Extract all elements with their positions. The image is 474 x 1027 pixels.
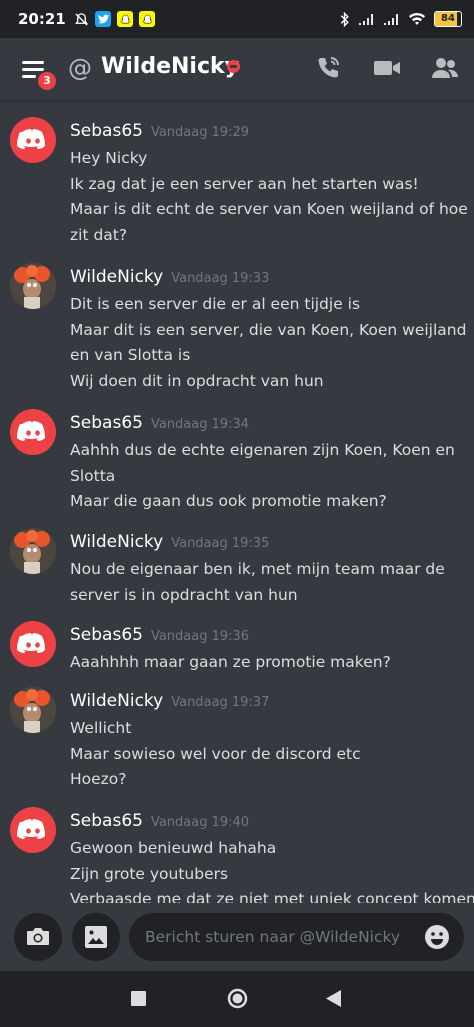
message-author[interactable]: WildeNicky Vandaag 19:33 [70,267,269,287]
avatar[interactable] [10,263,56,309]
message-input[interactable]: Bericht sturen naar @WildeNicky [129,913,464,961]
message-content: Dit is een server die er al een tijdje i… [70,295,467,390]
camera-button[interactable] [14,913,62,961]
bluetooth-icon [340,11,349,27]
unread-badge: 3 [36,70,58,92]
message-author[interactable]: WildeNicky Vandaag 19:35 [70,532,269,552]
message-content: Nou de eigenaar ben ik, met mijn team ma… [70,560,445,604]
status-bar: 20:21 84 [0,0,474,38]
avatar[interactable] [10,528,56,574]
avatar[interactable] [10,687,56,733]
emoji-button[interactable] [424,924,450,950]
message-input-placeholder: Bericht sturen naar @WildeNicky [145,928,401,946]
discord-logo-icon [17,819,45,839]
call-button[interactable] [314,54,344,84]
message-timestamp: Vandaag 19:35 [171,536,270,551]
discord-logo-icon [17,421,45,441]
snapchat-icon-2 [139,11,155,27]
avatar[interactable] [10,409,56,455]
at-icon: @ [68,54,92,82]
user-photo-icon [10,687,56,733]
message-timestamp: Vandaag 19:33 [171,271,270,286]
home-icon[interactable] [227,988,248,1009]
message-content: Gewoon benieuwd hahaha Zijn grote youtub… [70,839,474,903]
notification-icons [73,11,155,27]
user-photo-icon [10,263,56,309]
avatar[interactable] [10,807,56,853]
gallery-button[interactable] [72,913,120,961]
message-timestamp: Vandaag 19:37 [171,695,270,710]
members-button[interactable] [430,54,460,84]
image-icon [85,926,107,948]
signal-icon [359,14,373,25]
user-photo-icon [10,528,56,574]
message-content: Aaahhhh maar gaan ze promotie maken? [70,653,391,671]
back-icon[interactable] [326,990,342,1007]
avatar[interactable] [10,621,56,667]
android-nav-bar [0,971,474,1027]
message-author[interactable]: WildeNicky Vandaag 19:37 [70,691,269,711]
mute-bell-icon [73,11,89,27]
message-content: Wellicht Maar sowieso wel voor de discor… [70,719,361,788]
message-author[interactable]: Sebas65 Vandaag 19:34 [70,413,249,433]
page-title: WildeNicky [101,54,239,79]
emoji-icon [425,925,449,949]
status-time: 20:21 [18,10,66,28]
hamburger-icon [22,61,44,64]
recent-apps-icon[interactable] [131,991,146,1006]
people-icon [432,58,458,78]
wifi-icon [409,12,425,25]
twitter-icon [95,11,111,27]
video-call-button[interactable] [372,54,402,84]
message-list[interactable]: Sebas65 Vandaag 19:29 Hey Nicky Ik zag da… [0,101,474,903]
message-timestamp: Vandaag 19:34 [150,417,250,432]
avatar[interactable] [10,117,56,163]
discord-logo-icon [17,633,45,653]
phone-icon [318,57,339,78]
message-timestamp: Vandaag 19:29 [150,125,250,140]
system-icons: 84 [340,11,462,27]
message-author[interactable]: Sebas65 Vandaag 19:36 [70,625,249,645]
signal-icon-2 [384,14,398,25]
message-author[interactable]: Sebas65 Vandaag 19:29 [70,121,249,141]
discord-logo-icon [17,129,45,149]
chat-header: 3 @ WildeNicky [0,38,474,101]
message-timestamp: Vandaag 19:40 [150,815,250,830]
camera-icon [27,928,49,945]
message-author[interactable]: Sebas65 Vandaag 19:40 [70,811,249,831]
battery-icon: 84 [434,11,462,27]
message-timestamp: Vandaag 19:36 [150,629,250,644]
video-camera-icon [374,61,400,75]
message-composer: Bericht sturen naar @WildeNicky [0,903,474,971]
message-content: Hey Nicky Ik zag dat je een server aan h… [70,149,468,244]
message-content: Aahhh dus de echte eigenaren zijn Koen, … [70,441,455,510]
dnd-status-icon [227,60,240,73]
snapchat-icon [117,11,133,27]
